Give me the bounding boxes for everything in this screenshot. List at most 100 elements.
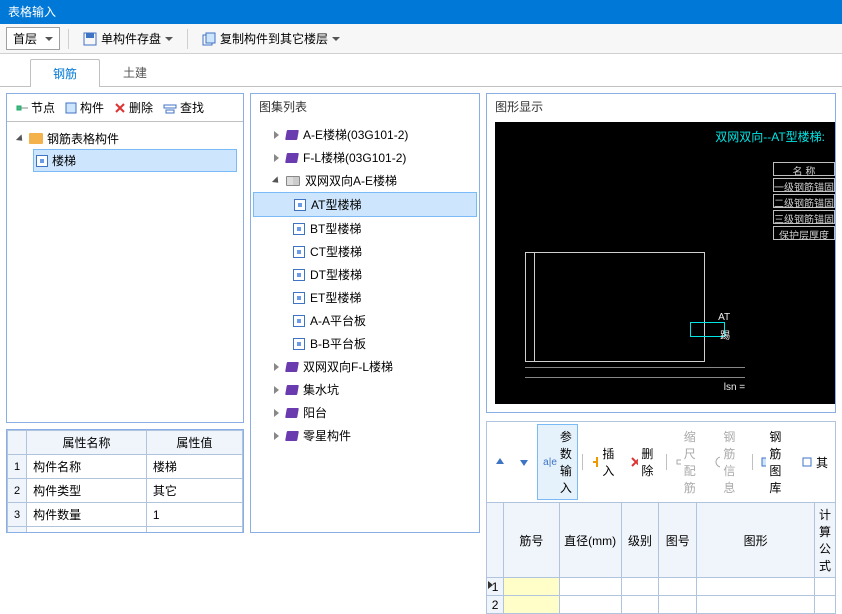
- rebar-data-table: 筋号 直径(mm) 级别 图号 图形 计算公式 1 2: [486, 502, 836, 614]
- col-rebar-no[interactable]: 筋号: [504, 503, 560, 578]
- expander-closed-icon: [274, 363, 279, 371]
- book-icon: [285, 385, 299, 395]
- cell[interactable]: [621, 578, 659, 596]
- save-single-button[interactable]: 单构件存盘: [77, 27, 179, 50]
- prop-row[interactable]: 4预制类型现浇: [8, 527, 243, 534]
- atlas-group[interactable]: 零星构件: [253, 424, 477, 447]
- component-icon: [65, 102, 77, 114]
- table-row[interactable]: 1: [487, 578, 836, 596]
- delete-icon: [630, 456, 638, 468]
- atlas-group[interactable]: A-E楼梯(03G101-2): [253, 123, 477, 146]
- folder-icon: [29, 133, 43, 144]
- expander-closed-icon: [274, 409, 279, 417]
- rebar-info-button[interactable]: 钢筋信息: [710, 425, 748, 499]
- insert-button[interactable]: 插入: [586, 442, 623, 482]
- atlas-group[interactable]: 双网双向A-E楼梯: [253, 169, 477, 192]
- chevron-down-icon: [165, 37, 173, 41]
- floor-select[interactable]: 首层: [6, 27, 60, 50]
- atlas-item[interactable]: ET型楼梯: [253, 286, 477, 309]
- delete-icon: [114, 102, 126, 114]
- cell[interactable]: [504, 596, 560, 614]
- atlas-group[interactable]: 阳台: [253, 401, 477, 424]
- copy-other-floor-button[interactable]: 复制构件到其它楼层: [196, 27, 346, 50]
- tree-root[interactable]: 钢筋表格构件: [13, 128, 237, 149]
- arrow-up-icon: [494, 456, 506, 468]
- ruler-icon: [676, 456, 681, 468]
- insert-icon: [591, 456, 599, 468]
- book-icon: [285, 153, 299, 163]
- prop-header-name: 属性名称: [27, 431, 147, 455]
- prop-row[interactable]: 1构件名称楼梯: [8, 455, 243, 479]
- save-icon: [83, 32, 97, 46]
- atlas-tree: A-E楼梯(03G101-2) F-L楼梯(03G101-2) 双网双向A-E楼…: [251, 119, 479, 532]
- prop-header-value: 属性值: [146, 431, 242, 455]
- chevron-down-icon: [332, 37, 340, 41]
- cell[interactable]: [559, 578, 621, 596]
- cad-viewport[interactable]: 双网双向--AT型楼梯: 名 称 一级钢筋锚固 二级钢筋锚固 三级钢筋锚固 保护…: [495, 122, 835, 404]
- atlas-group[interactable]: F-L楼梯(03G101-2): [253, 146, 477, 169]
- chevron-down-icon: [45, 37, 53, 41]
- expander-closed-icon: [274, 131, 279, 139]
- arrow-down-icon: [518, 456, 530, 468]
- component-tree: 钢筋表格构件 楼梯: [7, 122, 243, 178]
- rebar-lib-button[interactable]: 钢筋图库: [756, 425, 794, 499]
- find-icon: [163, 102, 177, 114]
- tree-item-stair[interactable]: 楼梯: [33, 149, 237, 172]
- cell[interactable]: [814, 578, 835, 596]
- col-level[interactable]: 级别: [621, 503, 659, 578]
- cell[interactable]: [659, 578, 697, 596]
- param-icon: a|e: [543, 457, 557, 468]
- atlas-group[interactable]: 集水坑: [253, 378, 477, 401]
- cell[interactable]: [559, 596, 621, 614]
- title-bar: 表格输入: [0, 0, 842, 24]
- more-icon: [801, 456, 813, 468]
- col-formula[interactable]: 计算公式: [814, 503, 835, 578]
- tab-civil[interactable]: 土建: [100, 58, 170, 86]
- cell[interactable]: [814, 596, 835, 614]
- table-row[interactable]: 2: [487, 596, 836, 614]
- component-button[interactable]: 构件: [60, 96, 109, 119]
- cell[interactable]: [697, 578, 815, 596]
- node-button[interactable]: 节点: [11, 96, 60, 119]
- copy-icon: [202, 32, 216, 46]
- info-icon: [715, 456, 720, 468]
- param-input-button[interactable]: a|e参数输入: [537, 424, 578, 500]
- atlas-item[interactable]: A-A平台板: [253, 309, 477, 332]
- col-diameter[interactable]: 直径(mm): [559, 503, 621, 578]
- cell[interactable]: [659, 596, 697, 614]
- atlas-item[interactable]: DT型楼梯: [253, 263, 477, 286]
- book-icon: [285, 408, 299, 418]
- find-button[interactable]: 查找: [158, 96, 209, 119]
- scale-button[interactable]: 缩尺配筋: [671, 425, 709, 499]
- grid-icon: [293, 292, 305, 304]
- arrow-down-button[interactable]: [513, 453, 535, 471]
- grid-icon: [293, 223, 305, 235]
- cell[interactable]: [697, 596, 815, 614]
- expander-closed-icon: [274, 386, 279, 394]
- tab-rebar[interactable]: 钢筋: [30, 59, 100, 87]
- book-icon: [285, 130, 299, 140]
- atlas-group[interactable]: 双网双向F-L楼梯: [253, 355, 477, 378]
- cad-drawing: AT 踢 lsn = 踏步宽 楼: [525, 252, 725, 404]
- col-shape[interactable]: 图形: [697, 503, 815, 578]
- grid-icon: [294, 199, 306, 211]
- atlas-item[interactable]: CT型楼梯: [253, 240, 477, 263]
- atlas-item[interactable]: B-B平台板: [253, 332, 477, 355]
- col-drawing-no[interactable]: 图号: [659, 503, 697, 578]
- delete-button[interactable]: 删除: [109, 96, 158, 119]
- prop-row[interactable]: 2构件类型其它: [8, 479, 243, 503]
- other-button[interactable]: 其: [796, 451, 833, 474]
- atlas-item[interactable]: BT型楼梯: [253, 217, 477, 240]
- expander-open-icon: [15, 134, 24, 143]
- arrow-up-button[interactable]: [489, 453, 511, 471]
- book-icon: [285, 431, 299, 441]
- node-icon: [16, 102, 28, 114]
- prop-row[interactable]: 3构件数量1: [8, 503, 243, 527]
- cell[interactable]: [504, 578, 560, 596]
- tab-bar: 钢筋 土建: [0, 58, 842, 87]
- library-icon: [761, 456, 766, 468]
- delete-row-button[interactable]: 删除: [625, 442, 662, 482]
- property-panel: 属性名称属性值 1构件名称楼梯 2构件类型其它 3构件数量1 4预制类型现浇: [6, 429, 244, 533]
- cell[interactable]: [621, 596, 659, 614]
- atlas-item-at[interactable]: AT型楼梯: [253, 192, 477, 217]
